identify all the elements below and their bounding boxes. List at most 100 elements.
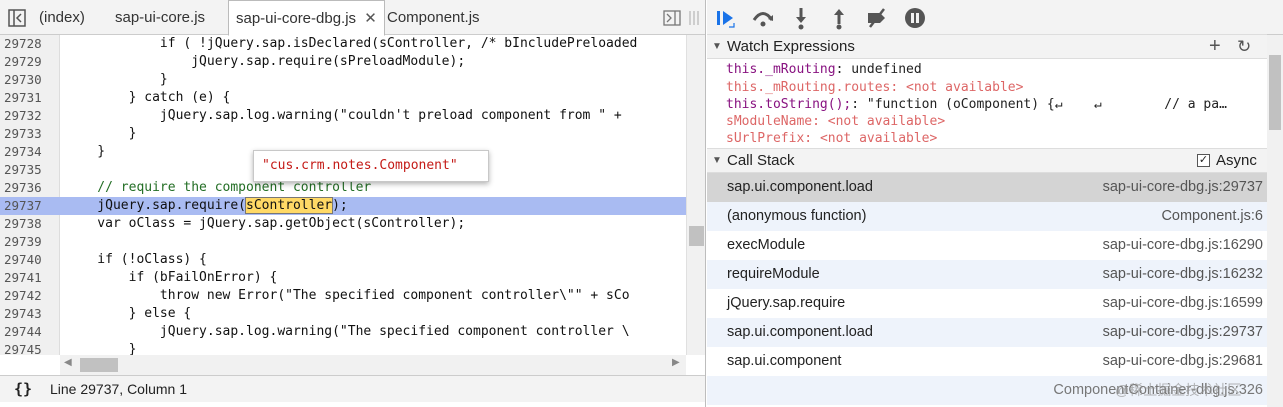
more-tabs-icon[interactable]	[688, 10, 700, 26]
line-number[interactable]: 29738	[4, 215, 56, 233]
tab-sap-ui-core[interactable]: sap-ui-core.js	[108, 0, 212, 35]
line-number[interactable]: 29744	[4, 323, 56, 341]
code-text: if ( !jQuery.sap.isDeclared(sController,…	[66, 36, 638, 51]
line-number[interactable]: 29729	[4, 53, 56, 71]
line-number[interactable]: 29732	[4, 107, 56, 125]
refresh-icon[interactable]: ↻	[1237, 35, 1251, 59]
code-text: jQuery.sap.log.warning("couldn't preload…	[66, 108, 622, 123]
debugger-sidebar: ▼ Watch Expressions + ↻ this._mRouting: …	[707, 0, 1283, 407]
code-text: jQuery.sap.log.warning("The specified co…	[66, 324, 630, 339]
code-line: 29740 if (!oClass) {	[0, 251, 686, 269]
line-number[interactable]: 29737	[4, 197, 56, 215]
editor-horizontal-scrollbar[interactable]: ◀ ▶	[60, 355, 686, 375]
close-icon[interactable]: ✕	[364, 10, 377, 27]
code-text: }	[66, 126, 137, 141]
line-number[interactable]: 29741	[4, 269, 56, 287]
code-line: 29739	[0, 233, 686, 251]
watch-item[interactable]: sModuleName: <not available>	[726, 113, 945, 130]
scroll-right-icon[interactable]: ▶	[672, 357, 680, 368]
section-title: Watch Expressions	[727, 38, 855, 55]
code-text: var oClass = jQuery.sap.getObject(sContr…	[66, 216, 466, 231]
debugger-toolbar	[707, 0, 1283, 35]
line-number[interactable]: 29745	[4, 341, 56, 355]
section-title: Call Stack	[727, 152, 795, 169]
line-number[interactable]: 29734	[4, 143, 56, 161]
watch-item[interactable]: this.toString();: "function (oComponent)…	[726, 96, 1227, 113]
code-line: 29731 } catch (e) {	[0, 89, 686, 107]
scrollbar-thumb[interactable]	[80, 358, 118, 372]
code-text: jQuery.sap.require(sPreloadModule);	[66, 54, 466, 69]
watch-expressions-header[interactable]: ▼ Watch Expressions + ↻	[707, 34, 1267, 59]
line-number[interactable]: 29742	[4, 287, 56, 305]
code-text: throw new Error("The specified component…	[66, 288, 630, 303]
scrollbar-thumb[interactable]	[1269, 55, 1281, 130]
scroll-left-icon[interactable]: ◀	[64, 357, 72, 368]
tab-label: sap-ui-core-dbg.js	[236, 10, 357, 27]
call-frame[interactable]: sap.ui.component sap-ui-core-dbg.js:29681	[707, 347, 1267, 376]
code-editor[interactable]: 29728 if ( !jQuery.sap.isDeclared(sContr…	[0, 35, 705, 355]
code-line: 29745 }	[0, 341, 686, 355]
code-line-paused: 29737 jQuery.sap.require(sController);	[0, 197, 686, 215]
call-frame[interactable]: requireModule sap-ui-core-dbg.js:16232	[707, 260, 1267, 289]
code-line: 29738 var oClass = jQuery.sap.getObject(…	[0, 215, 686, 233]
editor-status-bar: {} Line 29737, Column 1	[0, 375, 705, 402]
code-line: 29741 if (bFailOnError) {	[0, 269, 686, 287]
line-number[interactable]: 29736	[4, 179, 56, 197]
async-checkbox[interactable]: ✓	[1197, 154, 1210, 167]
code-text: } else {	[66, 306, 192, 321]
hovered-identifier[interactable]: sController	[245, 197, 334, 214]
add-expression-icon[interactable]: +	[1209, 34, 1221, 58]
editor-tab-bar: (index) sap-ui-core.js sap-ui-core-dbg.j…	[0, 0, 705, 36]
scrollbar-thumb[interactable]	[689, 226, 704, 246]
toggle-navigator-icon[interactable]	[8, 9, 26, 27]
watch-item[interactable]: this._mRouting: undefined	[726, 61, 922, 78]
line-number[interactable]: 29739	[4, 233, 56, 251]
code-text: }	[66, 144, 106, 159]
async-label: Async	[1216, 152, 1257, 169]
code-line: 29729 jQuery.sap.require(sPreloadModule)…	[0, 53, 686, 71]
pretty-print-icon[interactable]: {}	[14, 376, 32, 402]
tab-index[interactable]: (index)	[32, 0, 92, 35]
editor-vertical-scrollbar[interactable]	[686, 35, 705, 355]
sources-panel: (index) sap-ui-core.js sap-ui-core-dbg.j…	[0, 0, 706, 407]
tab-sap-ui-core-dbg[interactable]: sap-ui-core-dbg.js ✕	[228, 0, 385, 36]
resume-icon[interactable]	[712, 5, 738, 31]
hover-value-popover: "cus.crm.notes.Component"	[253, 150, 489, 182]
code-line: 29728 if ( !jQuery.sap.isDeclared(sContr…	[0, 35, 686, 53]
watch-item[interactable]: sUrlPrefix: <not available>	[726, 130, 937, 147]
line-number[interactable]: 29728	[4, 35, 56, 53]
code-line: 29732 jQuery.sap.log.warning("couldn't p…	[0, 107, 686, 125]
call-frame[interactable]: jQuery.sap.require sap-ui-core-dbg.js:165…	[707, 289, 1267, 318]
watermark: @稀土掘金技术社区	[1115, 382, 1242, 398]
code-text: } catch (e) {	[66, 90, 231, 105]
cursor-position: Line 29737, Column 1	[50, 381, 187, 397]
deactivate-breakpoints-icon[interactable]	[864, 5, 890, 31]
watch-item[interactable]: this._mRouting.routes: <not available>	[726, 79, 1023, 96]
step-over-icon[interactable]	[750, 5, 776, 31]
toggle-debugger-icon[interactable]	[663, 10, 681, 26]
tab-component[interactable]: Component.js	[380, 0, 487, 35]
line-number[interactable]: 29731	[4, 89, 56, 107]
step-out-icon[interactable]	[826, 5, 852, 31]
call-frame[interactable]: execModule sap-ui-core-dbg.js:16290	[707, 231, 1267, 260]
call-frame[interactable]: sap.ui.component.load sap-ui-core-dbg.js:…	[707, 318, 1267, 347]
code-text: if (!oClass) {	[66, 252, 207, 267]
code-line: 29742 throw new Error("The specified com…	[0, 287, 686, 305]
code-text: }	[66, 72, 168, 87]
line-number[interactable]: 29740	[4, 251, 56, 269]
line-number[interactable]: 29730	[4, 71, 56, 89]
collapse-arrow-icon: ▼	[712, 155, 722, 166]
call-frame[interactable]: (anonymous function) Component.js:6	[707, 202, 1267, 231]
code-line: 29743 } else {	[0, 305, 686, 323]
code-line: 29744 jQuery.sap.log.warning("The specif…	[0, 323, 686, 341]
call-frame-selected[interactable]: sap.ui.component.load sap-ui-core-dbg.js:…	[707, 173, 1267, 202]
sidebar-scrollbar[interactable]	[1267, 35, 1283, 407]
line-number[interactable]: 29743	[4, 305, 56, 323]
step-into-icon[interactable]	[788, 5, 814, 31]
code-text: jQuery.sap.require(sController);	[66, 197, 348, 214]
line-number[interactable]: 29733	[4, 125, 56, 143]
collapse-arrow-icon: ▼	[712, 41, 722, 52]
call-stack-header[interactable]: ▼ Call Stack ✓ Async	[707, 148, 1267, 173]
pause-on-exceptions-icon[interactable]	[902, 5, 928, 31]
line-number[interactable]: 29735	[4, 161, 56, 179]
